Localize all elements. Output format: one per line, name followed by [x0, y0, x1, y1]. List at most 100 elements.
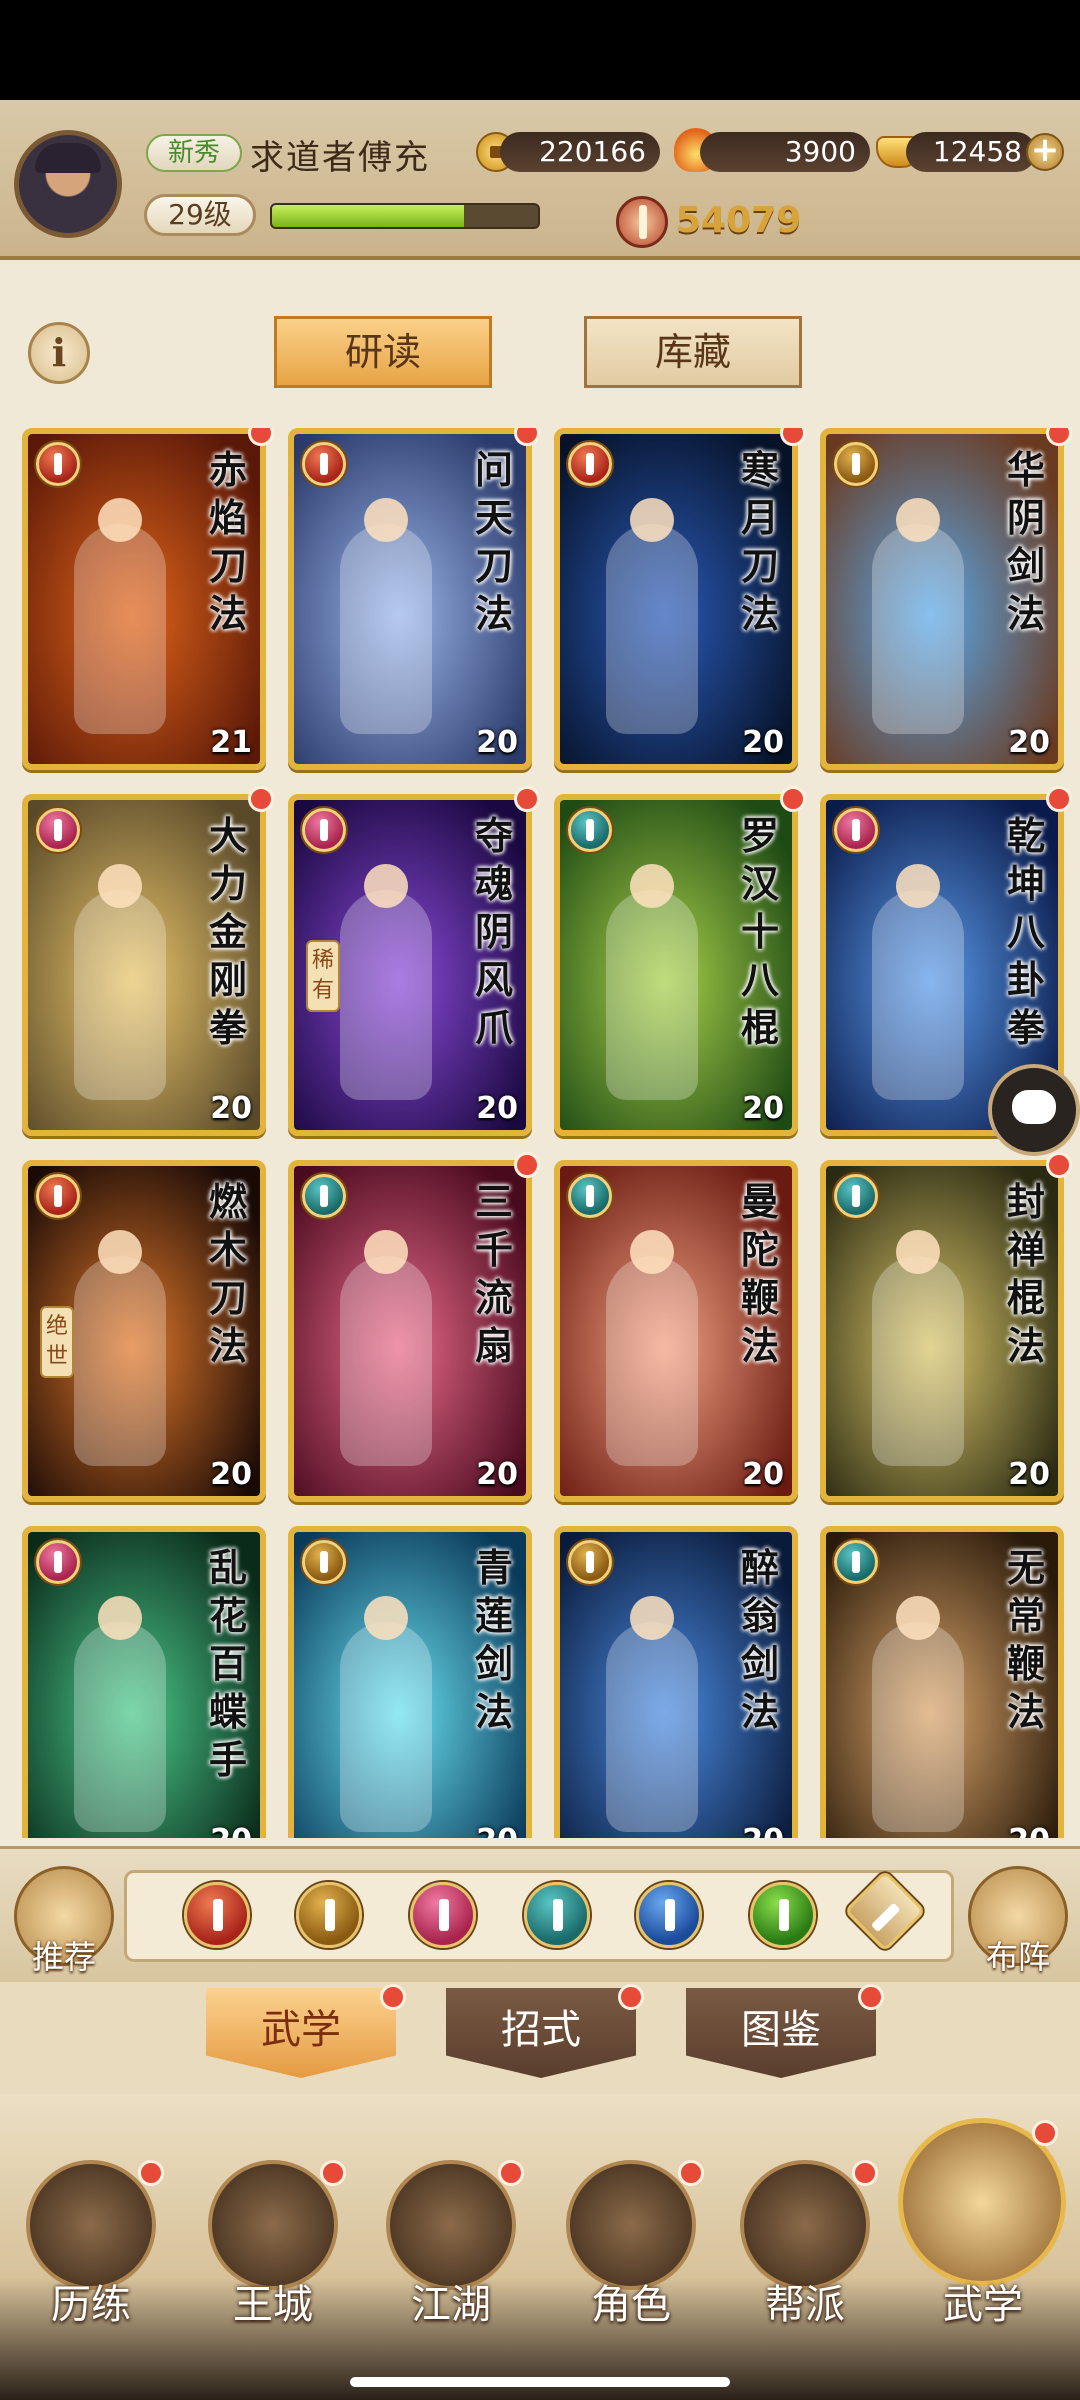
nav-notification-dot — [678, 2160, 704, 2186]
nav-button[interactable] — [208, 2160, 338, 2290]
card-name: 曼陀鞭法 — [740, 1179, 779, 1368]
character-head — [98, 1230, 142, 1274]
character-head — [364, 498, 408, 542]
rank-badge: 新秀 — [146, 134, 242, 172]
card-name: 罗汉十八棍 — [740, 813, 779, 1050]
martial-art-card[interactable]: 夺魂阴风爪 稀有 20 — [288, 794, 532, 1136]
filter-sword-icon[interactable] — [296, 1882, 362, 1948]
add-currency-button[interactable]: + — [1026, 133, 1064, 171]
martial-art-card[interactable]: 曼陀鞭法 20 — [554, 1160, 798, 1502]
sword-icon — [834, 442, 878, 486]
card-level: 20 — [1008, 725, 1050, 760]
chat-bubble-button[interactable] — [988, 1064, 1080, 1156]
martial-art-card[interactable]: 寒月刀法 20 — [554, 428, 798, 770]
character-figure — [74, 890, 166, 1100]
martial-art-card[interactable]: 无常鞭法 20 — [820, 1526, 1064, 1838]
nav-button[interactable] — [386, 2160, 516, 2290]
card-level: 20 — [742, 1823, 784, 1838]
nav-button[interactable] — [566, 2160, 696, 2290]
nav-label: 武学 — [943, 2282, 1023, 2328]
card-level: 20 — [742, 725, 784, 760]
character-figure — [74, 1622, 166, 1832]
character-head — [896, 1230, 940, 1274]
character-head — [630, 498, 674, 542]
level-badge: 29级 — [144, 194, 256, 236]
card-name: 问天刀法 — [474, 447, 513, 636]
fan-icon — [302, 1174, 346, 1218]
formation-label: 布阵 — [985, 1938, 1050, 1976]
character-figure — [606, 1622, 698, 1832]
martial-art-card[interactable]: 醉翁剑法 20 — [554, 1526, 798, 1838]
martial-art-card[interactable]: 青莲剑法 20 — [288, 1526, 532, 1838]
martial-art-card[interactable]: 乱花百蝶手 20 — [22, 1526, 266, 1838]
card-name: 夺魂阴风爪 — [474, 813, 513, 1050]
player-avatar[interactable] — [14, 130, 122, 238]
nav-button[interactable] — [26, 2160, 156, 2290]
tab-study[interactable]: 研读 — [274, 316, 492, 388]
character-head — [364, 864, 408, 908]
martial-art-card[interactable]: 罗汉十八棍 20 — [554, 794, 798, 1136]
info-icon[interactable]: i — [28, 322, 90, 384]
ingot-counter: 12458 — [906, 132, 1036, 172]
filter-swirl-icon[interactable] — [636, 1882, 702, 1948]
character-figure — [872, 1256, 964, 1466]
card-level: 21 — [210, 725, 252, 760]
fist-icon — [302, 808, 346, 852]
filter-fist-icon[interactable] — [410, 1882, 476, 1948]
sword-icon — [568, 1540, 612, 1584]
martial-arts-card-grid: 赤焰刀法 21 问天刀法 20 寒月刀法 20 华阴剑法 20 大力金刚拳 20 夺魂阴风爪 稀有 20… — [22, 428, 1072, 1838]
filter-fan-icon[interactable] — [524, 1882, 590, 1948]
card-level: 20 — [210, 1091, 252, 1126]
tab-collection[interactable]: 库藏 — [584, 316, 802, 388]
fan-icon — [834, 1540, 878, 1584]
recommend-label: 推荐 — [31, 1938, 96, 1976]
martial-art-card[interactable]: 三千流扇 20 — [288, 1160, 532, 1502]
card-name: 燃木刀法 — [208, 1179, 247, 1368]
nav-notification-dot — [1032, 2120, 1058, 2146]
martial-art-card[interactable]: 封禅棍法 20 — [820, 1160, 1064, 1502]
card-name: 无常鞭法 — [1006, 1545, 1045, 1734]
card-level: 20 — [476, 1823, 518, 1838]
martial-art-card[interactable]: 大力金刚拳 20 — [22, 794, 266, 1136]
martial-art-card[interactable]: 华阴剑法 20 — [820, 428, 1064, 770]
blade-icon — [568, 442, 612, 486]
exp-bar — [270, 203, 540, 229]
character-figure — [340, 524, 432, 734]
card-level: 20 — [1008, 1823, 1050, 1838]
player-header — [0, 100, 1080, 260]
nav-button[interactable] — [740, 2160, 870, 2290]
sword-icon — [302, 1540, 346, 1584]
character-figure — [74, 524, 166, 734]
nav-label: 角色 — [591, 2282, 671, 2328]
character-figure — [74, 1256, 166, 1466]
character-head — [630, 864, 674, 908]
martial-art-card[interactable]: 赤焰刀法 21 — [22, 428, 266, 770]
card-name: 三千流扇 — [474, 1179, 513, 1368]
character-head — [630, 1230, 674, 1274]
character-head — [98, 1596, 142, 1640]
card-notification-dot — [1046, 1152, 1072, 1178]
martial-art-card[interactable]: 燃木刀法 绝世 20 — [22, 1160, 266, 1502]
character-figure — [340, 1256, 432, 1466]
filter-blade-icon[interactable] — [184, 1882, 250, 1948]
fist-icon — [36, 1540, 80, 1584]
filter-leaf-icon[interactable] — [750, 1882, 816, 1948]
system-status-bar — [0, 0, 1080, 100]
card-level: 20 — [210, 1457, 252, 1492]
card-name: 封禅棍法 — [1006, 1179, 1045, 1368]
card-notification-dot — [514, 786, 540, 812]
character-head — [364, 1230, 408, 1274]
nav-label: 历练 — [51, 2282, 131, 2328]
character-figure — [872, 890, 964, 1100]
home-indicator — [350, 2377, 730, 2387]
character-figure — [340, 1622, 432, 1832]
subtab-moves-badge — [618, 1984, 644, 2010]
card-level: 20 — [742, 1457, 784, 1492]
nav-notification-dot — [138, 2160, 164, 2186]
rarity-tag: 稀有 — [306, 940, 340, 1012]
subtab-martial-badge — [380, 1984, 406, 2010]
martial-art-card[interactable]: 问天刀法 20 — [288, 428, 532, 770]
nav-label: 帮派 — [765, 2282, 845, 2328]
card-notification-dot — [780, 786, 806, 812]
card-name: 大力金刚拳 — [208, 813, 247, 1050]
